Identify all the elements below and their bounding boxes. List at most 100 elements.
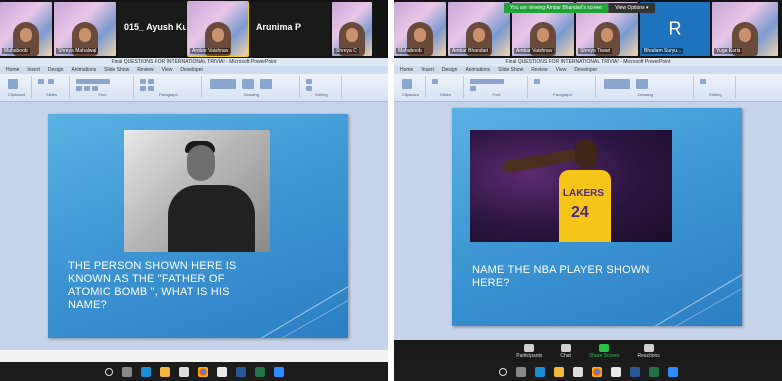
participant-name: Bhadam Suryu...	[642, 48, 684, 54]
ribbon-tab[interactable]: View	[556, 66, 567, 74]
slide-decoration	[654, 274, 742, 326]
slide[interactable]: THE PERSON SHOWN HERE IS KNOWN AS THE "F…	[48, 114, 348, 338]
chrome-icon[interactable]	[197, 366, 208, 377]
quick-styles-icon[interactable]	[260, 79, 272, 89]
avatar-initial: R	[668, 18, 682, 39]
find-icon[interactable]	[306, 79, 312, 84]
ribbon-tab[interactable]: Animations	[71, 66, 96, 74]
ribbon-tab[interactable]: Developer	[574, 66, 597, 74]
bold-icon[interactable]	[470, 86, 476, 91]
search-icon[interactable]	[104, 367, 113, 376]
file-explorer-icon[interactable]	[159, 366, 170, 377]
ribbon-tabs: Home Insert Design Animations Slide Show…	[0, 66, 388, 74]
layout-icon[interactable]	[48, 79, 54, 84]
slide-photo[interactable]: LAKERS 24	[470, 130, 672, 242]
chat-button[interactable]: Chat	[560, 343, 571, 359]
font-box[interactable]	[76, 79, 110, 84]
ribbon-group-paragraph: Paragraph	[136, 76, 202, 98]
media-icon[interactable]	[610, 366, 621, 377]
ribbon-tab[interactable]: Slide Show	[104, 66, 129, 74]
participant-tile[interactable]: Mahaboob	[0, 2, 52, 56]
chrome-icon[interactable]	[591, 366, 602, 377]
search-icon[interactable]	[498, 367, 507, 376]
participant-tile-active[interactable]: Ambar Vaishnav	[187, 1, 249, 57]
ribbon: Clipboard Slides Font Paragraph Drawing …	[0, 74, 388, 102]
ribbon-tab[interactable]: Review	[137, 66, 153, 74]
align-left-icon[interactable]	[140, 86, 146, 91]
participant-tile[interactable]: Arunima P	[250, 2, 330, 56]
task-view-icon[interactable]	[121, 366, 132, 377]
ribbon-tabs: Home Insert Design Animations Slide Show…	[394, 66, 782, 74]
bullets-icon[interactable]	[140, 79, 146, 84]
excel-icon[interactable]	[254, 366, 265, 377]
screenshot-root: Mahaboob Shreya Mahalwal 015_ Ayush Ku..…	[0, 0, 782, 381]
ribbon-tab[interactable]: View	[162, 66, 173, 74]
ribbon-tab[interactable]: Insert	[27, 66, 40, 74]
ribbon-group-clipboard: Clipboard	[396, 76, 426, 98]
media-icon[interactable]	[216, 366, 227, 377]
ribbon-tab[interactable]: Animations	[465, 66, 490, 74]
participant-tile[interactable]: Yuga Karia	[712, 2, 778, 56]
slide-editor: THE PERSON SHOWN HERE IS KNOWN AS THE "F…	[0, 102, 388, 350]
arrange-icon[interactable]	[636, 79, 648, 89]
edge-icon[interactable]	[140, 366, 151, 377]
ribbon-tab[interactable]: Insert	[421, 66, 434, 74]
ribbon-tab[interactable]: Slide Show	[498, 66, 523, 74]
participant-name: Shreya Tiwari	[578, 48, 613, 54]
ribbon-tab[interactable]: Home	[6, 66, 19, 74]
store-icon[interactable]	[178, 366, 189, 377]
replace-icon[interactable]	[306, 86, 312, 91]
ribbon-tab[interactable]: Design	[442, 66, 458, 74]
numbering-icon[interactable]	[148, 79, 154, 84]
edge-icon[interactable]	[534, 366, 545, 377]
participants-button[interactable]: Participants	[516, 343, 542, 359]
ribbon-group-font: Font	[72, 76, 134, 98]
new-slide-icon[interactable]	[432, 79, 438, 84]
slide[interactable]: LAKERS 24 NAME THE NBA PLAYER SHOWN HERE…	[452, 108, 742, 326]
windows-taskbar	[394, 362, 782, 381]
participant-name: Ambar Bhandari	[450, 48, 491, 54]
arrange-icon[interactable]	[242, 79, 254, 89]
ribbon-group-paragraph: Paragraph	[530, 76, 596, 98]
underline-icon[interactable]	[92, 86, 98, 91]
excel-icon[interactable]	[648, 366, 659, 377]
participant-tile[interactable]: Ambar Bhandari	[448, 2, 510, 56]
paste-icon[interactable]	[402, 79, 412, 89]
ribbon-tab[interactable]: Home	[400, 66, 413, 74]
reactions-button[interactable]: Reactions	[638, 343, 660, 359]
bullets-icon[interactable]	[534, 79, 540, 84]
word-icon[interactable]	[629, 366, 640, 377]
shapes-gallery[interactable]	[604, 79, 630, 89]
new-slide-icon[interactable]	[38, 79, 44, 84]
store-icon[interactable]	[572, 366, 583, 377]
participant-tile[interactable]: Shreya C	[332, 2, 372, 56]
right-screen: Mahaboob Ambar Bhandari Ambar Vaishnav S…	[394, 0, 782, 381]
participant-tile[interactable]: 015_ Ayush Ku...	[118, 2, 186, 56]
paste-icon[interactable]	[8, 79, 18, 89]
participant-tile[interactable]: Mahaboob	[394, 2, 446, 56]
font-box[interactable]	[470, 79, 504, 84]
ribbon-tab[interactable]: Review	[531, 66, 547, 74]
slide-photo[interactable]	[124, 130, 270, 252]
jersey-text: LAKERS	[562, 188, 605, 200]
find-icon[interactable]	[700, 79, 706, 84]
zoom-icon[interactable]	[273, 366, 284, 377]
ribbon-group-slides: Slides	[428, 76, 464, 98]
window-title: Final QUESTIONS FOR INTERNATIONAL TRIVIA…	[0, 58, 388, 66]
share-screen-button[interactable]: Share Screen	[589, 343, 620, 359]
ribbon-tab[interactable]: Design	[48, 66, 64, 74]
file-explorer-icon[interactable]	[553, 366, 564, 377]
shapes-gallery[interactable]	[210, 79, 236, 89]
ribbon-group-editing: Editing	[696, 76, 736, 98]
bold-icon[interactable]	[76, 86, 82, 91]
task-view-icon[interactable]	[515, 366, 526, 377]
italic-icon[interactable]	[84, 86, 90, 91]
align-center-icon[interactable]	[148, 86, 154, 91]
participant-tile[interactable]: Shreya Mahalwal	[54, 2, 116, 56]
viewing-message: You are viewing Ambar Bhandari's screen	[504, 3, 609, 13]
ribbon: Clipboard Slides Font Paragraph Drawing …	[394, 74, 782, 102]
word-icon[interactable]	[235, 366, 246, 377]
view-options-button[interactable]: View Options ▾	[608, 3, 655, 13]
zoom-icon[interactable]	[667, 366, 678, 377]
ribbon-tab[interactable]: Developer	[180, 66, 203, 74]
